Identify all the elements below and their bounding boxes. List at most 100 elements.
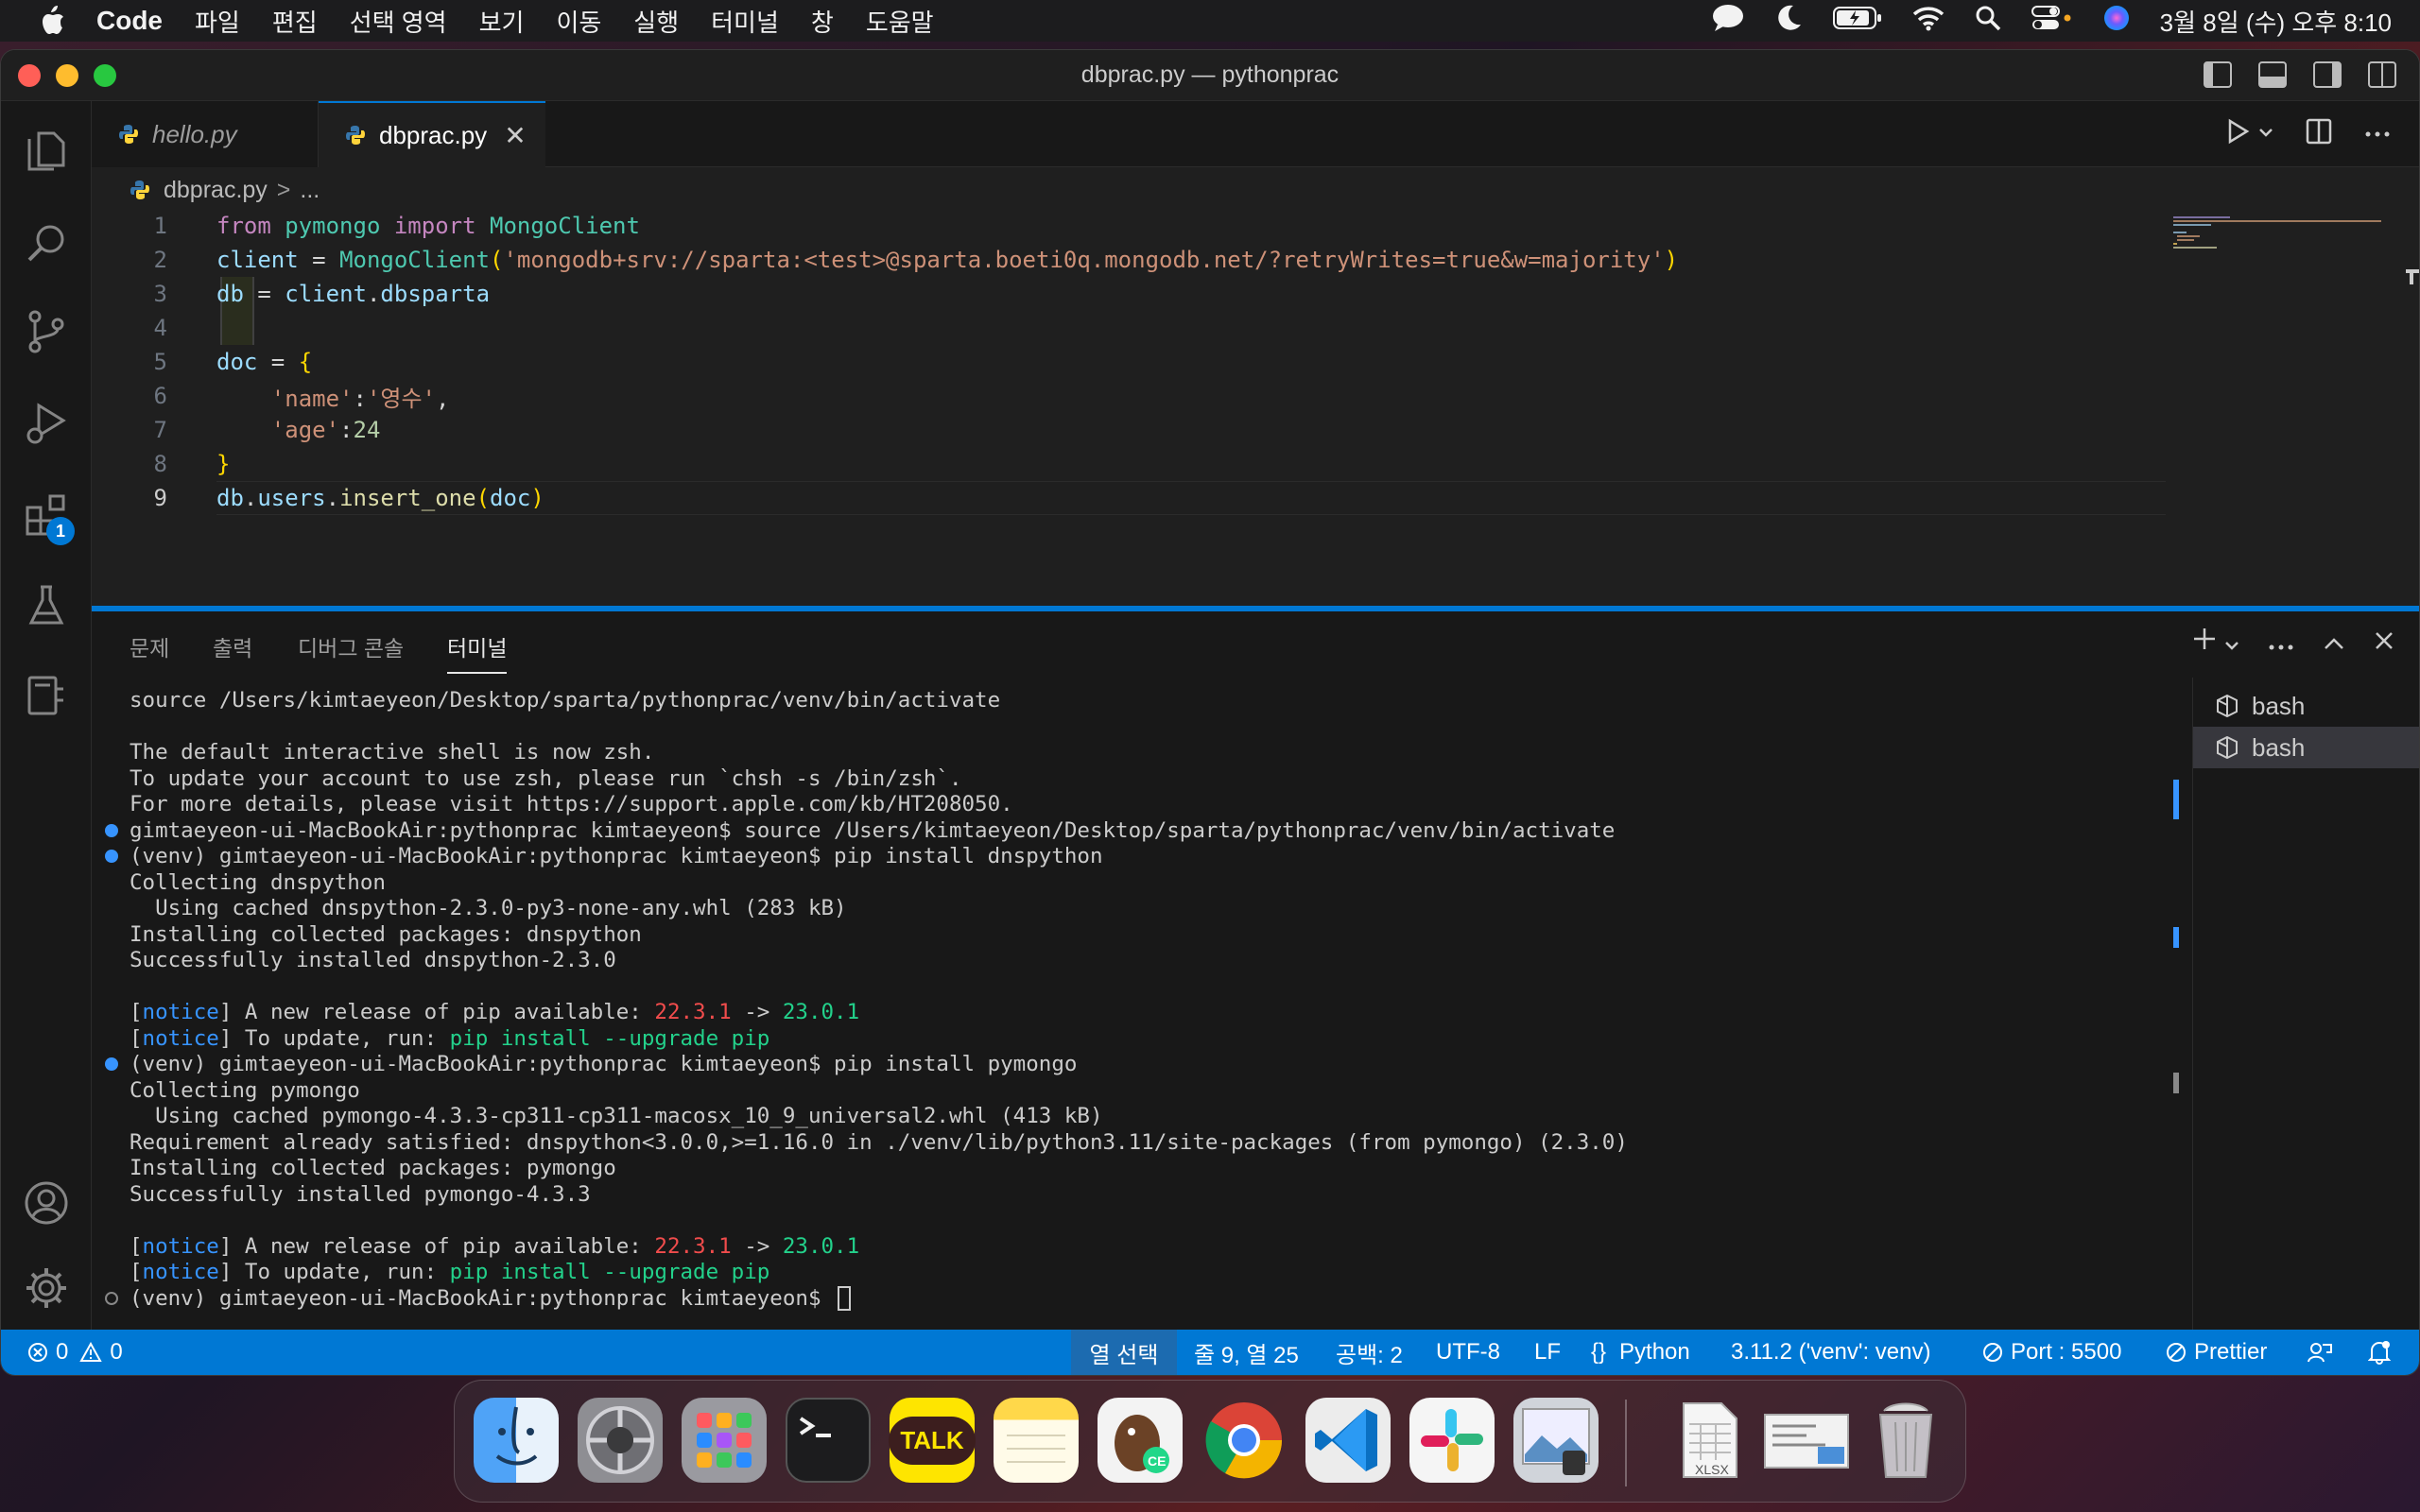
- menubar-clock[interactable]: 3월 8일 (수) 오후 8:10: [2160, 4, 2392, 39]
- tab-output[interactable]: 출력: [213, 630, 252, 662]
- toggle-primary-sidebar-icon[interactable]: [2204, 61, 2232, 88]
- vscode-icon[interactable]: [1305, 1398, 1391, 1483]
- trash-icon[interactable]: [1863, 1398, 1948, 1483]
- code-line[interactable]: 3 db = client.dbsparta: [92, 277, 2166, 311]
- launchpad-icon[interactable]: [682, 1398, 767, 1483]
- notes-icon[interactable]: [994, 1398, 1079, 1483]
- battery-icon[interactable]: [1832, 5, 1882, 38]
- terminal-instance-1[interactable]: bash: [2193, 685, 2419, 727]
- terminal-instance-2[interactable]: bash: [2193, 727, 2419, 768]
- code-editor[interactable]: 1 from pymongo import MongoClient 2 client …: [92, 209, 2166, 606]
- column-selection-mode[interactable]: 열 선택: [1071, 1330, 1177, 1375]
- code-line[interactable]: 2 client = MongoClient('mongodb+srv://spa…: [92, 243, 2166, 277]
- tab-debug-console[interactable]: 디버그 콘솔: [298, 630, 404, 662]
- code-line[interactable]: 7 'age':24: [92, 413, 2166, 447]
- indentation-status[interactable]: 공백: 2: [1336, 1330, 1403, 1375]
- cursor-position[interactable]: 줄 9, 열 25: [1194, 1330, 1299, 1375]
- maximize-panel-icon[interactable]: [2323, 627, 2345, 658]
- source-control-icon[interactable]: [24, 309, 69, 354]
- live-server-port[interactable]: Port : 5500: [1982, 1330, 2121, 1375]
- code-line[interactable]: 1 from pymongo import MongoClient: [92, 209, 2166, 243]
- slack-icon[interactable]: [1409, 1398, 1495, 1483]
- run-and-debug-icon[interactable]: [24, 400, 69, 445]
- encoding-status[interactable]: UTF-8: [1436, 1330, 1500, 1375]
- menu-edit[interactable]: 편집: [272, 4, 318, 39]
- messages-icon[interactable]: [1712, 4, 1744, 39]
- siri-icon[interactable]: [2103, 5, 2130, 38]
- wifi-icon[interactable]: [1912, 5, 1945, 38]
- minimize-window-button[interactable]: [56, 64, 78, 87]
- moon-icon[interactable]: [1774, 4, 1803, 39]
- command-decoration-icon[interactable]: [105, 1057, 118, 1071]
- problems-status[interactable]: 0 0: [27, 1330, 123, 1375]
- toggle-panel-icon[interactable]: [2258, 61, 2287, 88]
- screenshot-document-icon[interactable]: [1759, 1398, 1849, 1483]
- menu-file[interactable]: 파일: [195, 4, 240, 39]
- customize-layout-icon[interactable]: [2368, 61, 2396, 88]
- tab-dbprac-py[interactable]: dbprac.py ✕: [319, 101, 545, 167]
- menu-window[interactable]: 창: [811, 4, 834, 39]
- code-line[interactable]: 5 doc = {: [92, 345, 2166, 379]
- system-settings-icon[interactable]: [578, 1398, 663, 1483]
- menu-terminal[interactable]: 터미널: [711, 4, 779, 39]
- close-panel-icon[interactable]: [2374, 627, 2394, 658]
- minimap[interactable]: [2166, 209, 2419, 606]
- remote-explorer-icon[interactable]: [24, 672, 69, 717]
- xlsx-document-icon[interactable]: XLSX: [1667, 1398, 1752, 1483]
- notifications-bell-icon[interactable]: [2368, 1330, 2391, 1375]
- terminal-profile-chevron-icon[interactable]: [2224, 627, 2239, 658]
- control-center-icon[interactable]: [2031, 5, 2073, 38]
- code-line[interactable]: 8}: [92, 447, 2166, 481]
- prettier-status[interactable]: Prettier: [2166, 1330, 2267, 1375]
- menu-go[interactable]: 이동: [556, 4, 601, 39]
- menu-view[interactable]: 보기: [479, 4, 525, 39]
- accounts-icon[interactable]: [24, 1180, 69, 1226]
- command-decoration-icon[interactable]: [105, 850, 118, 863]
- breadcrumb-file[interactable]: dbprac.py: [164, 177, 268, 204]
- panel-more-icon[interactable]: [2268, 627, 2294, 658]
- tab-problems[interactable]: 문제: [130, 630, 169, 662]
- testing-icon[interactable]: [24, 583, 69, 628]
- terminal-output[interactable]: source /Users/kimtaeyeon/Desktop/sparta/…: [92, 678, 2198, 1330]
- code-line[interactable]: 4: [92, 311, 2166, 345]
- extensions-icon[interactable]: 1: [24, 492, 75, 545]
- code-line[interactable]: 6 'name':'영수',: [92, 379, 2166, 413]
- terminal-cursor: [838, 1286, 852, 1311]
- apple-menu-icon[interactable]: [36, 5, 68, 37]
- run-dropdown-chevron-icon[interactable]: [2258, 126, 2273, 143]
- menu-help[interactable]: 도움말: [866, 4, 934, 39]
- preview-icon[interactable]: [1513, 1398, 1599, 1483]
- command-decoration-icon[interactable]: [105, 823, 118, 837]
- chrome-icon[interactable]: [1201, 1398, 1287, 1483]
- close-tab-icon[interactable]: ✕: [504, 120, 526, 151]
- spotlight-search-icon[interactable]: [1975, 5, 2001, 38]
- terminal-text: [: [130, 1025, 143, 1051]
- tab-terminal[interactable]: 터미널: [447, 630, 508, 674]
- toggle-secondary-sidebar-icon[interactable]: [2313, 61, 2342, 88]
- new-terminal-plus-icon[interactable]: [2192, 627, 2217, 658]
- code-line[interactable]: 9 db.users.insert_one(doc): [92, 481, 2166, 515]
- terminal-icon[interactable]: [786, 1398, 871, 1483]
- feedback-icon[interactable]: [2308, 1330, 2332, 1375]
- search-icon[interactable]: [24, 220, 69, 266]
- tab-hello-py[interactable]: hello.py: [92, 101, 319, 167]
- terminal-line: source /Users/kimtaeyeon/Desktop/sparta/…: [130, 687, 1000, 713]
- menu-selection[interactable]: 선택 영역: [350, 4, 447, 39]
- more-actions-icon[interactable]: [2364, 126, 2391, 143]
- eol-status[interactable]: LF: [1534, 1330, 1561, 1375]
- run-python-file-icon[interactable]: [2226, 118, 2251, 149]
- python-interpreter[interactable]: 3.11.2 ('venv': venv): [1731, 1330, 1931, 1375]
- finder-icon[interactable]: [474, 1398, 559, 1483]
- zoom-window-button[interactable]: [94, 64, 116, 87]
- menu-run[interactable]: 실행: [633, 4, 679, 39]
- kakaotalk-icon[interactable]: TALK: [889, 1398, 976, 1483]
- pycharm-ce-icon[interactable]: CE: [1098, 1398, 1183, 1483]
- menu-app-name[interactable]: Code: [96, 6, 163, 36]
- language-mode[interactable]: {} Python: [1591, 1330, 1690, 1375]
- command-decoration-icon[interactable]: [105, 1291, 118, 1305]
- breadcrumb-symbols[interactable]: ...: [300, 177, 320, 204]
- close-window-button[interactable]: [18, 64, 41, 87]
- manage-gear-icon[interactable]: [24, 1265, 69, 1311]
- explorer-icon[interactable]: [24, 126, 69, 171]
- split-editor-icon[interactable]: [2306, 118, 2332, 149]
